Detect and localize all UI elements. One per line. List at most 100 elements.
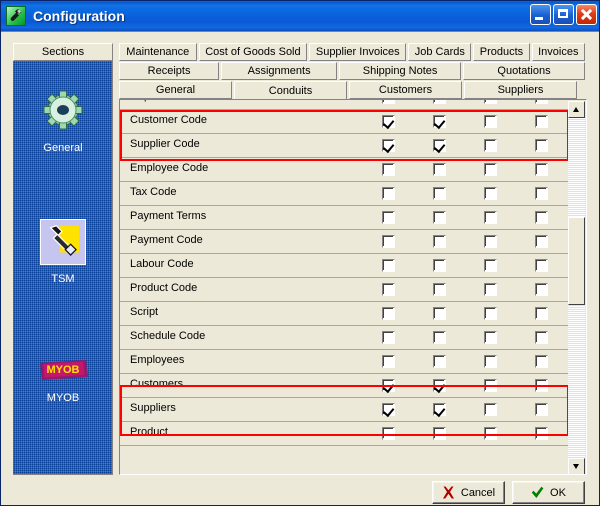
- checkbox-col2[interactable]: [433, 139, 446, 152]
- checkbox-col4[interactable]: [535, 307, 548, 320]
- checkbox-col1[interactable]: [382, 100, 395, 104]
- checkbox-col3[interactable]: [484, 115, 497, 128]
- tab-quotations[interactable]: Quotations: [463, 62, 585, 80]
- scroll-down-button[interactable]: [568, 458, 585, 475]
- checkbox-col3[interactable]: [484, 235, 497, 248]
- checkbox-col1[interactable]: [382, 331, 395, 344]
- tab-customers[interactable]: Customers: [349, 81, 462, 99]
- sidebar-item-general[interactable]: General: [13, 87, 113, 154]
- checkbox-col2[interactable]: [433, 187, 446, 200]
- ok-button[interactable]: OK: [512, 481, 585, 504]
- minimize-button[interactable]: [530, 4, 551, 25]
- checkbox-col1[interactable]: [382, 163, 395, 176]
- checkbox-col4[interactable]: [535, 100, 548, 104]
- checkbox-col4[interactable]: [535, 139, 548, 152]
- checkbox-col3[interactable]: [484, 379, 497, 392]
- table-row[interactable]: Product Code: [120, 278, 569, 302]
- checkbox-col2[interactable]: [433, 235, 446, 248]
- checkbox-col3[interactable]: [484, 100, 497, 104]
- table-row[interactable]: Tax Code: [120, 182, 569, 206]
- cancel-button[interactable]: Cancel: [432, 481, 505, 504]
- checkbox-col2[interactable]: [433, 163, 446, 176]
- checkbox-col4[interactable]: [535, 331, 548, 344]
- table-row[interactable]: Product: [120, 422, 569, 446]
- tab-cost-of-goods-sold[interactable]: Cost of Goods Sold: [199, 43, 308, 61]
- checkbox-col4[interactable]: [535, 187, 548, 200]
- checkbox-col1[interactable]: [382, 427, 395, 440]
- checkbox-col2[interactable]: [433, 427, 446, 440]
- table-row[interactable]: Script: [120, 302, 569, 326]
- tab-assignments[interactable]: Assignments: [221, 62, 337, 80]
- vertical-scrollbar[interactable]: [568, 101, 585, 475]
- checkbox-col3[interactable]: [484, 211, 497, 224]
- checkbox-col2[interactable]: [433, 211, 446, 224]
- tab-general[interactable]: General: [119, 81, 232, 99]
- table-row[interactable]: Employees: [120, 350, 569, 374]
- table-row[interactable]: Employee Code: [120, 158, 569, 182]
- checkbox-col3[interactable]: [484, 355, 497, 368]
- checkbox-col2[interactable]: [433, 307, 446, 320]
- checkbox-col2[interactable]: [433, 355, 446, 368]
- table-row[interactable]: Suppliers: [120, 398, 569, 422]
- tab-maintenance[interactable]: Maintenance: [119, 43, 197, 61]
- checkbox-col4[interactable]: [535, 115, 548, 128]
- table-row[interactable]: Payment Terms: [120, 206, 569, 230]
- checkbox-col4[interactable]: [535, 403, 548, 416]
- checkbox-col1[interactable]: [382, 403, 395, 416]
- checkbox-col4[interactable]: [535, 283, 548, 296]
- scrollbar-thumb[interactable]: [568, 217, 585, 305]
- table-row[interactable]: Customer Code: [120, 110, 569, 134]
- checkbox-col2[interactable]: [433, 259, 446, 272]
- table-row[interactable]: Customers: [120, 374, 569, 398]
- checkbox-col4[interactable]: [535, 379, 548, 392]
- tab-conduits[interactable]: Conduits: [234, 81, 347, 100]
- checkbox-col4[interactable]: [535, 211, 548, 224]
- table-row[interactable]: Labour Code: [120, 254, 569, 278]
- checkbox-col4[interactable]: [535, 355, 548, 368]
- tab-supplier-invoices[interactable]: Supplier Invoices: [309, 43, 406, 61]
- tab-job-cards[interactable]: Job Cards: [408, 43, 471, 61]
- table-row[interactable]: Repair Code: [120, 100, 569, 110]
- checkbox-col2[interactable]: [433, 283, 446, 296]
- checkbox-col3[interactable]: [484, 283, 497, 296]
- sidebar-item-tsm[interactable]: TSM: [13, 219, 113, 285]
- checkbox-col4[interactable]: [535, 427, 548, 440]
- checkbox-col2[interactable]: [433, 379, 446, 392]
- checkbox-col3[interactable]: [484, 307, 497, 320]
- tab-products[interactable]: Products: [473, 43, 529, 61]
- sections-header-tab[interactable]: Sections: [13, 43, 113, 61]
- checkbox-col2[interactable]: [433, 403, 446, 416]
- checkbox-col4[interactable]: [535, 259, 548, 272]
- checkbox-col1[interactable]: [382, 235, 395, 248]
- checkbox-col1[interactable]: [382, 187, 395, 200]
- checkbox-col3[interactable]: [484, 163, 497, 176]
- checkbox-col4[interactable]: [535, 163, 548, 176]
- tab-suppliers[interactable]: Suppliers: [464, 81, 577, 99]
- table-row[interactable]: Schedule Code: [120, 326, 569, 350]
- checkbox-col1[interactable]: [382, 283, 395, 296]
- checkbox-col2[interactable]: [433, 331, 446, 344]
- checkbox-col3[interactable]: [484, 139, 497, 152]
- checkbox-col2[interactable]: [433, 100, 446, 104]
- sections-list[interactable]: General TSM: [13, 61, 113, 475]
- tab-invoices[interactable]: Invoices: [532, 43, 585, 61]
- tab-shipping-notes[interactable]: Shipping Notes: [339, 62, 461, 80]
- checkbox-col3[interactable]: [484, 259, 497, 272]
- checkbox-col3[interactable]: [484, 331, 497, 344]
- table-row[interactable]: Supplier Code: [120, 134, 569, 158]
- checkbox-col3[interactable]: [484, 403, 497, 416]
- checkbox-col3[interactable]: [484, 187, 497, 200]
- checkbox-col1[interactable]: [382, 139, 395, 152]
- sidebar-item-myob[interactable]: MYOB MYOB: [13, 357, 113, 404]
- checkbox-col4[interactable]: [535, 235, 548, 248]
- maximize-button[interactable]: [553, 4, 574, 25]
- tab-receipts[interactable]: Receipts: [119, 62, 219, 80]
- checkbox-col1[interactable]: [382, 259, 395, 272]
- checkbox-col1[interactable]: [382, 355, 395, 368]
- close-button[interactable]: [576, 4, 597, 25]
- table-row[interactable]: Payment Code: [120, 230, 569, 254]
- checkbox-col3[interactable]: [484, 427, 497, 440]
- checkbox-col2[interactable]: [433, 115, 446, 128]
- checkbox-col1[interactable]: [382, 115, 395, 128]
- checkbox-col1[interactable]: [382, 211, 395, 224]
